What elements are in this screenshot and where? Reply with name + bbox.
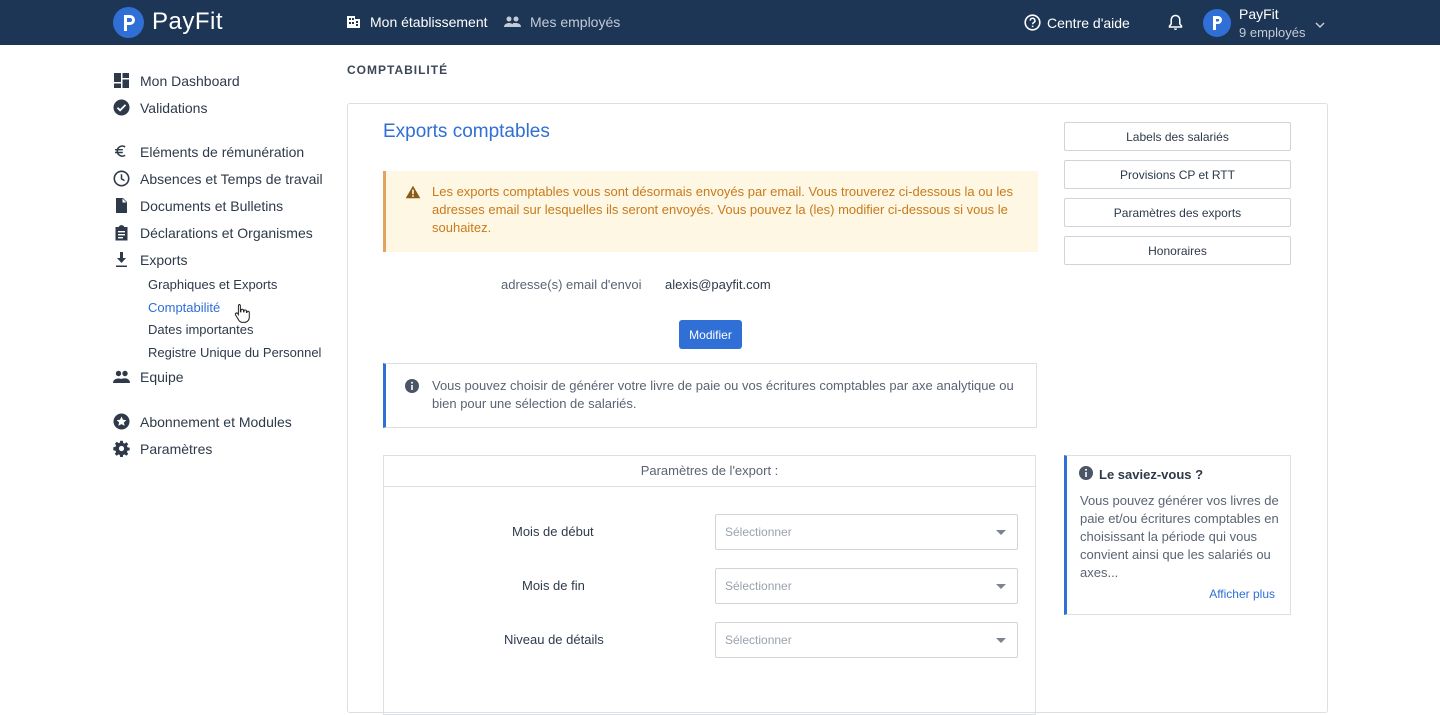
- gear-icon: [113, 440, 130, 457]
- start-month-label: Mois de début: [512, 524, 594, 539]
- info-text: Vous pouvez choisir de générer votre liv…: [432, 378, 1014, 411]
- building-icon: [347, 16, 360, 28]
- modify-email-button[interactable]: Modifier: [679, 320, 742, 349]
- detail-level-label: Niveau de détails: [504, 632, 604, 647]
- sidebar-item-documents[interactable]: Documents et Bulletins: [113, 197, 283, 214]
- sidebar-item-dashboard[interactable]: Mon Dashboard: [113, 72, 240, 89]
- sidebar-item-label: Mon Dashboard: [140, 72, 240, 89]
- euro-icon: [115, 145, 126, 157]
- end-month-placeholder: Sélectionner: [725, 579, 792, 593]
- dashboard-icon: [114, 73, 129, 88]
- people-icon: [504, 16, 521, 27]
- company-avatar[interactable]: [1203, 9, 1231, 37]
- did-you-know-title: Le saviez-vous ?: [1099, 467, 1204, 482]
- sidebar-item-declarations[interactable]: Déclarations et Organismes: [113, 224, 313, 241]
- pointer-hand-icon: [234, 303, 251, 328]
- nav-mes-employes[interactable]: Mes employés: [504, 14, 620, 30]
- company-switcher[interactable]: PayFit 9 employés: [1239, 6, 1305, 40]
- sidebar-item-label: Paramètres: [140, 440, 213, 457]
- sidebar-item-absences[interactable]: Absences et Temps de travail: [113, 170, 323, 187]
- nav-mes-employes-label: Mes employés: [530, 14, 621, 30]
- dropdown-arrow-icon: [996, 638, 1006, 643]
- help-center-label: Centre d'aide: [1047, 14, 1130, 31]
- did-you-know-text: Vous pouvez générer vos livres de paie e…: [1080, 493, 1279, 580]
- sidebar-subitem-registre[interactable]: Registre Unique du Personnel: [148, 345, 321, 360]
- nav-mon-etablissement[interactable]: Mon établissement: [346, 14, 488, 30]
- sidebar-item-equipe[interactable]: Equipe: [113, 368, 184, 385]
- provisions-cp-rtt-button[interactable]: Provisions CP et RTT: [1064, 160, 1291, 189]
- clock-icon: [113, 170, 130, 187]
- sidebar-item-label: Absences et Temps de travail: [140, 170, 323, 187]
- sidebar-subitem-graphiques[interactable]: Graphiques et Exports: [148, 277, 277, 292]
- sidebar-item-parametres[interactable]: Paramètres: [113, 440, 212, 457]
- start-month-placeholder: Sélectionner: [725, 525, 792, 539]
- export-parameters-title: Paramètres de l'export :: [384, 456, 1035, 487]
- warning-banner: Les exports comptables vous sont désorma…: [383, 171, 1038, 252]
- nav-mon-etablissement-label: Mon établissement: [370, 14, 488, 30]
- detail-level-select[interactable]: Sélectionner: [715, 622, 1018, 658]
- star-icon: [113, 413, 130, 430]
- clipboard-icon: [115, 225, 128, 241]
- company-name: PayFit: [1239, 6, 1279, 22]
- sidebar-item-label: Déclarations et Organismes: [140, 224, 313, 241]
- warning-text: Les exports comptables vous sont désorma…: [432, 184, 1013, 235]
- company-employee-count: 9 employés: [1239, 25, 1306, 40]
- check-circle-icon: [113, 99, 130, 116]
- honoraires-button[interactable]: Honoraires: [1064, 236, 1291, 265]
- info-banner: Vous pouvez choisir de générer votre liv…: [383, 363, 1037, 428]
- start-month-select[interactable]: Sélectionner: [715, 514, 1018, 550]
- help-center-link[interactable]: Centre d'aide: [1024, 14, 1130, 31]
- did-you-know-box: Le saviez-vous ? Vous pouvez générer vos…: [1064, 455, 1291, 615]
- chevron-down-icon[interactable]: [1314, 16, 1326, 34]
- info-icon: [405, 379, 419, 398]
- sidebar-item-abonnement[interactable]: Abonnement et Modules: [113, 413, 292, 430]
- sidebar-item-label: Documents et Bulletins: [140, 197, 284, 214]
- labels-salaries-button[interactable]: Labels des salariés: [1064, 122, 1291, 151]
- email-value: alexis@payfit.com: [665, 277, 771, 292]
- sidebar-subitem-comptabilite[interactable]: Comptabilité: [148, 300, 220, 315]
- sidebar-item-exports[interactable]: Exports: [113, 251, 187, 268]
- sidebar-item-label: Abonnement et Modules: [140, 413, 292, 430]
- brand-name[interactable]: PayFit: [152, 8, 223, 36]
- payfit-logo-icon[interactable]: [113, 7, 144, 38]
- page-title: Exports comptables: [383, 121, 550, 142]
- show-more-link[interactable]: Afficher plus: [1209, 587, 1275, 601]
- breadcrumb: COMPTABILITÉ: [347, 63, 449, 77]
- info-icon: [1079, 466, 1093, 485]
- sidebar-item-label: Validations: [140, 99, 208, 116]
- export-settings-button[interactable]: Paramètres des exports: [1064, 198, 1291, 227]
- sidebar-item-label: Eléments de rémunération: [140, 143, 305, 160]
- email-label: adresse(s) email d'envoi: [501, 277, 642, 292]
- document-icon: [116, 198, 127, 213]
- dropdown-arrow-icon: [996, 530, 1006, 535]
- top-navigation-bar: PayFit Mon établissement Mes employés Ce…: [0, 0, 1440, 45]
- sidebar-item-remuneration[interactable]: Eléments de rémunération: [113, 143, 304, 160]
- download-icon: [116, 252, 127, 267]
- end-month-select[interactable]: Sélectionner: [715, 568, 1018, 604]
- warning-icon: [405, 185, 421, 204]
- end-month-label: Mois de fin: [522, 578, 585, 593]
- sidebar-item-label: Equipe: [140, 368, 184, 385]
- people-icon: [113, 370, 130, 383]
- notifications-bell-icon[interactable]: [1168, 14, 1183, 36]
- help-circle-icon: [1024, 14, 1041, 31]
- sidebar-item-label: Exports: [140, 251, 188, 268]
- dropdown-arrow-icon: [996, 584, 1006, 589]
- sidebar-item-validations[interactable]: Validations: [113, 99, 207, 116]
- detail-level-placeholder: Sélectionner: [725, 633, 792, 647]
